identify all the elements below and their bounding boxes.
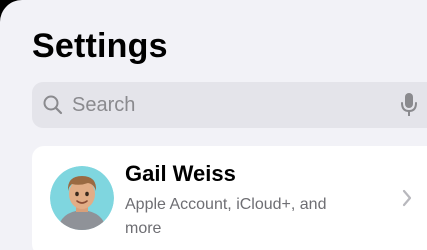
memoji-avatar-icon: [50, 166, 114, 230]
search-input[interactable]: Search: [72, 94, 135, 116]
avatar: [50, 166, 114, 230]
search-bar[interactable]: Search: [32, 82, 427, 128]
page-title: Settings: [32, 27, 168, 65]
chevron-right-icon: [402, 189, 412, 207]
account-name: Gail Weiss: [125, 161, 236, 186]
settings-screen: Settings Search Gail Weiss Apple Account…: [0, 0, 427, 250]
microphone-icon[interactable]: [400, 92, 418, 118]
account-subtitle: Apple Account, iCloud+, and more: [125, 196, 327, 237]
account-card[interactable]: Gail Weiss Apple Account, iCloud+, and m…: [32, 146, 427, 250]
search-icon: [42, 94, 64, 116]
